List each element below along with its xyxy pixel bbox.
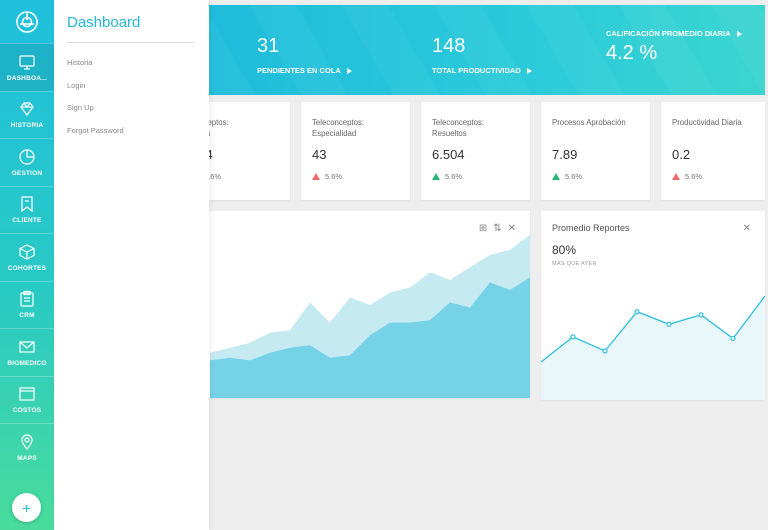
sidebar-item-crm[interactable]: CRM (0, 280, 54, 329)
sidebar-item-label: MAPS (17, 454, 37, 462)
sidebar-item-label: CLIENTE (12, 217, 42, 225)
sidebar-item-historia[interactable]: HISTORIA (0, 90, 54, 139)
kpi-value: 0.2 (672, 147, 691, 162)
sidebar-item-label: GESTION (11, 169, 43, 177)
kpi-change: 5.6% (312, 172, 342, 181)
hero-stat-pending[interactable]: 31 PENDIENTES EN COLA (257, 35, 352, 75)
dashboard-submenu: Dashboard Historia Login Sign Up Forgot Pas… (54, 0, 209, 530)
hero-stat-value: 31 (257, 35, 280, 57)
window-icon (19, 387, 35, 401)
clipboard-icon (20, 291, 34, 307)
app-logo[interactable] (0, 0, 54, 43)
cube-icon (19, 244, 35, 260)
submenu-item-login[interactable]: Login (67, 81, 124, 104)
line-point[interactable] (570, 334, 576, 340)
submenu-title: Dashboard (67, 14, 141, 31)
line-area-fill (541, 296, 765, 400)
add-button[interactable]: + (12, 493, 41, 522)
sidebar-item-label: BIOMEDICO (7, 359, 47, 367)
logo-icon (16, 10, 38, 33)
report-chart-card: Promedio Reportes ✕ 80% MÁS QUE AYER (541, 211, 765, 400)
line-point[interactable] (634, 309, 640, 315)
sidebar-item-cohortes[interactable]: COHORTES (0, 233, 54, 281)
kpi-title: Procesos Aprobación (552, 118, 626, 127)
kpi-change: 5.6% (672, 172, 702, 181)
hero-stat-value: 148 (432, 35, 466, 57)
play-arrow-icon (526, 68, 532, 75)
sidebar-item-biomedico[interactable]: BIOMEDICO (0, 328, 54, 376)
play-arrow-icon (346, 68, 352, 75)
map-pin-icon (21, 434, 33, 450)
sidebar-item-label: HISTORIA (10, 122, 44, 130)
hero-stat-label: PENDIENTES EN COLA (257, 66, 352, 75)
sidebar-item-label: DASHBOA... (6, 74, 48, 82)
line-point[interactable] (602, 348, 608, 354)
trend-down-icon (312, 173, 320, 180)
sidebar-item-dashboa[interactable]: DASHBOA... (0, 43, 54, 91)
diamond-icon (20, 102, 34, 117)
sidebar-item-gestion[interactable]: GESTION (0, 138, 54, 186)
kpi-card-1: Teleconceptos: Especialidad 43 5.6% (301, 102, 410, 200)
kpi-title: Teleconceptos: Especialidad (312, 118, 365, 138)
submenu-item-forgot-password[interactable]: Forgot Password (67, 126, 124, 149)
area-series-1 (210, 277, 530, 398)
submenu-item-historia[interactable]: Historia (67, 58, 124, 81)
sidebar-item-maps[interactable]: MAPS (0, 423, 54, 471)
sidebar-item-label: COHORTES (7, 264, 47, 272)
sidebar-item-costos[interactable]: COSTOS (0, 375, 54, 424)
area-chart (210, 234, 530, 398)
icon-sidebar: DASHBOA... HISTORIA GESTION CLIENTE COHORTES… (0, 0, 54, 530)
kpi-card-4: Productividad Diaria 0.2 5.6% (661, 102, 765, 200)
monitor-icon (19, 55, 35, 70)
submenu-divider (67, 42, 194, 43)
sidebar-item-label: CRM (19, 312, 35, 320)
kpi-change: 5.6% (552, 172, 582, 181)
hero-banner: 31 PENDIENTES EN COLA 148 TOTAL PRODUCTI… (209, 5, 765, 95)
trend-down-icon (672, 173, 680, 180)
line-chart (541, 295, 765, 400)
kpi-card-2: Teleconceptos: Resueltos 6.504 5.6% (421, 102, 530, 200)
line-point[interactable] (730, 335, 736, 342)
hero-stat-productivity[interactable]: 148 TOTAL PRODUCTIVIDAD (432, 35, 532, 75)
sidebar-item-cliente[interactable]: CLIENTE (0, 185, 54, 234)
submenu-item-sign-up[interactable]: Sign Up (67, 103, 124, 126)
hero-stat-rating[interactable]: CALIFICACIÓN PROMEDIO DIARIA 4.2 % (606, 29, 742, 65)
kpi-title: Teleconceptos: Resueltos (432, 118, 485, 138)
kpi-value: 43 (312, 147, 327, 162)
sidebar-item-label: COSTOS (12, 407, 42, 415)
kpi-card-3: Procesos Aprobación 7.89 5.6% (541, 102, 650, 200)
hero-stat-value: 4.2 % (606, 42, 658, 64)
trend-up-icon (552, 173, 560, 180)
hero-stat-label: TOTAL PRODUCTIVIDAD (432, 66, 532, 75)
line-point[interactable] (698, 312, 704, 318)
envelope-icon (19, 341, 35, 353)
pie-chart-icon (19, 149, 35, 165)
line-point[interactable] (666, 321, 672, 327)
area-chart-card: ⊞ ⇅ ✕ (180, 211, 530, 398)
kpi-value: 6.504 (432, 147, 465, 162)
kpi-value: 7.89 (552, 147, 578, 162)
hero-stat-label: CALIFICACIÓN PROMEDIO DIARIA (606, 29, 742, 38)
play-arrow-icon (736, 31, 742, 38)
kpi-change: 5.6% (432, 172, 462, 181)
bookmark-icon (21, 196, 33, 213)
kpi-title: Productividad Diaria (672, 118, 742, 127)
trend-up-icon (432, 173, 440, 180)
